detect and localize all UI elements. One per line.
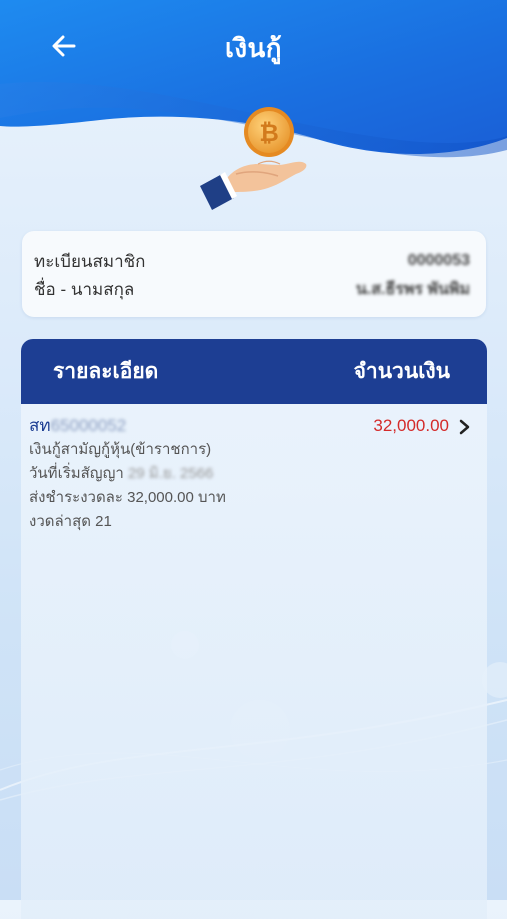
column-amount-label: จำนวนเงิน bbox=[353, 360, 450, 383]
loan-start-date-row: วันที่เริ่มสัญญา 29 มิ.ย. 2566 bbox=[29, 462, 479, 486]
column-detail-label: รายละเอียด bbox=[53, 360, 159, 383]
member-name-row: ชื่อ - นามสกุล น.ส.ธีรพร พันพิม bbox=[34, 275, 470, 303]
page-title: เงินกู้ bbox=[224, 33, 283, 63]
member-name-value: น.ส.ธีรพร พันพิม bbox=[355, 280, 470, 298]
chevron-right-icon[interactable] bbox=[457, 418, 473, 436]
loan-type: เงินกู้สามัญกู้หุ้น(ข้าราชการ) bbox=[29, 441, 212, 458]
loan-list-panel: รายละเอียด จำนวนเงิน สท65000052 เงินกู้ส… bbox=[21, 339, 487, 919]
loan-table-header: รายละเอียด จำนวนเงิน bbox=[21, 339, 487, 404]
member-reg-value: 0000053 bbox=[407, 252, 470, 269]
loan-id-number: 65000052 bbox=[50, 416, 127, 435]
loan-last-period: งวดล่าสุด 21 bbox=[29, 513, 112, 530]
loan-installment: ส่งชำระงวดละ 32,000.00 บาท bbox=[29, 489, 226, 506]
hand-coin-icon: ₿ bbox=[200, 107, 307, 210]
loan-amount: 32,000.00 bbox=[373, 416, 449, 435]
member-reg-row: ทะเบียนสมาชิก 0000053 bbox=[34, 247, 470, 275]
svg-text:₿: ₿ bbox=[259, 119, 279, 147]
loan-start-date: 29 มิ.ย. 2566 bbox=[127, 465, 214, 482]
loan-id-prefix: สท bbox=[29, 416, 51, 435]
member-info-card: ทะเบียนสมาชิก 0000053 ชื่อ - นามสกุล น.ส… bbox=[22, 231, 486, 317]
member-reg-label: ทะเบียนสมาชิก bbox=[34, 251, 146, 271]
loan-list-item[interactable]: สท65000052 เงินกู้สามัญกู้หุ้น(ข้าราชการ… bbox=[21, 404, 487, 544]
loan-start-label: วันที่เริ่มสัญญา bbox=[29, 465, 124, 482]
member-name-label: ชื่อ - นามสกุล bbox=[34, 279, 135, 299]
